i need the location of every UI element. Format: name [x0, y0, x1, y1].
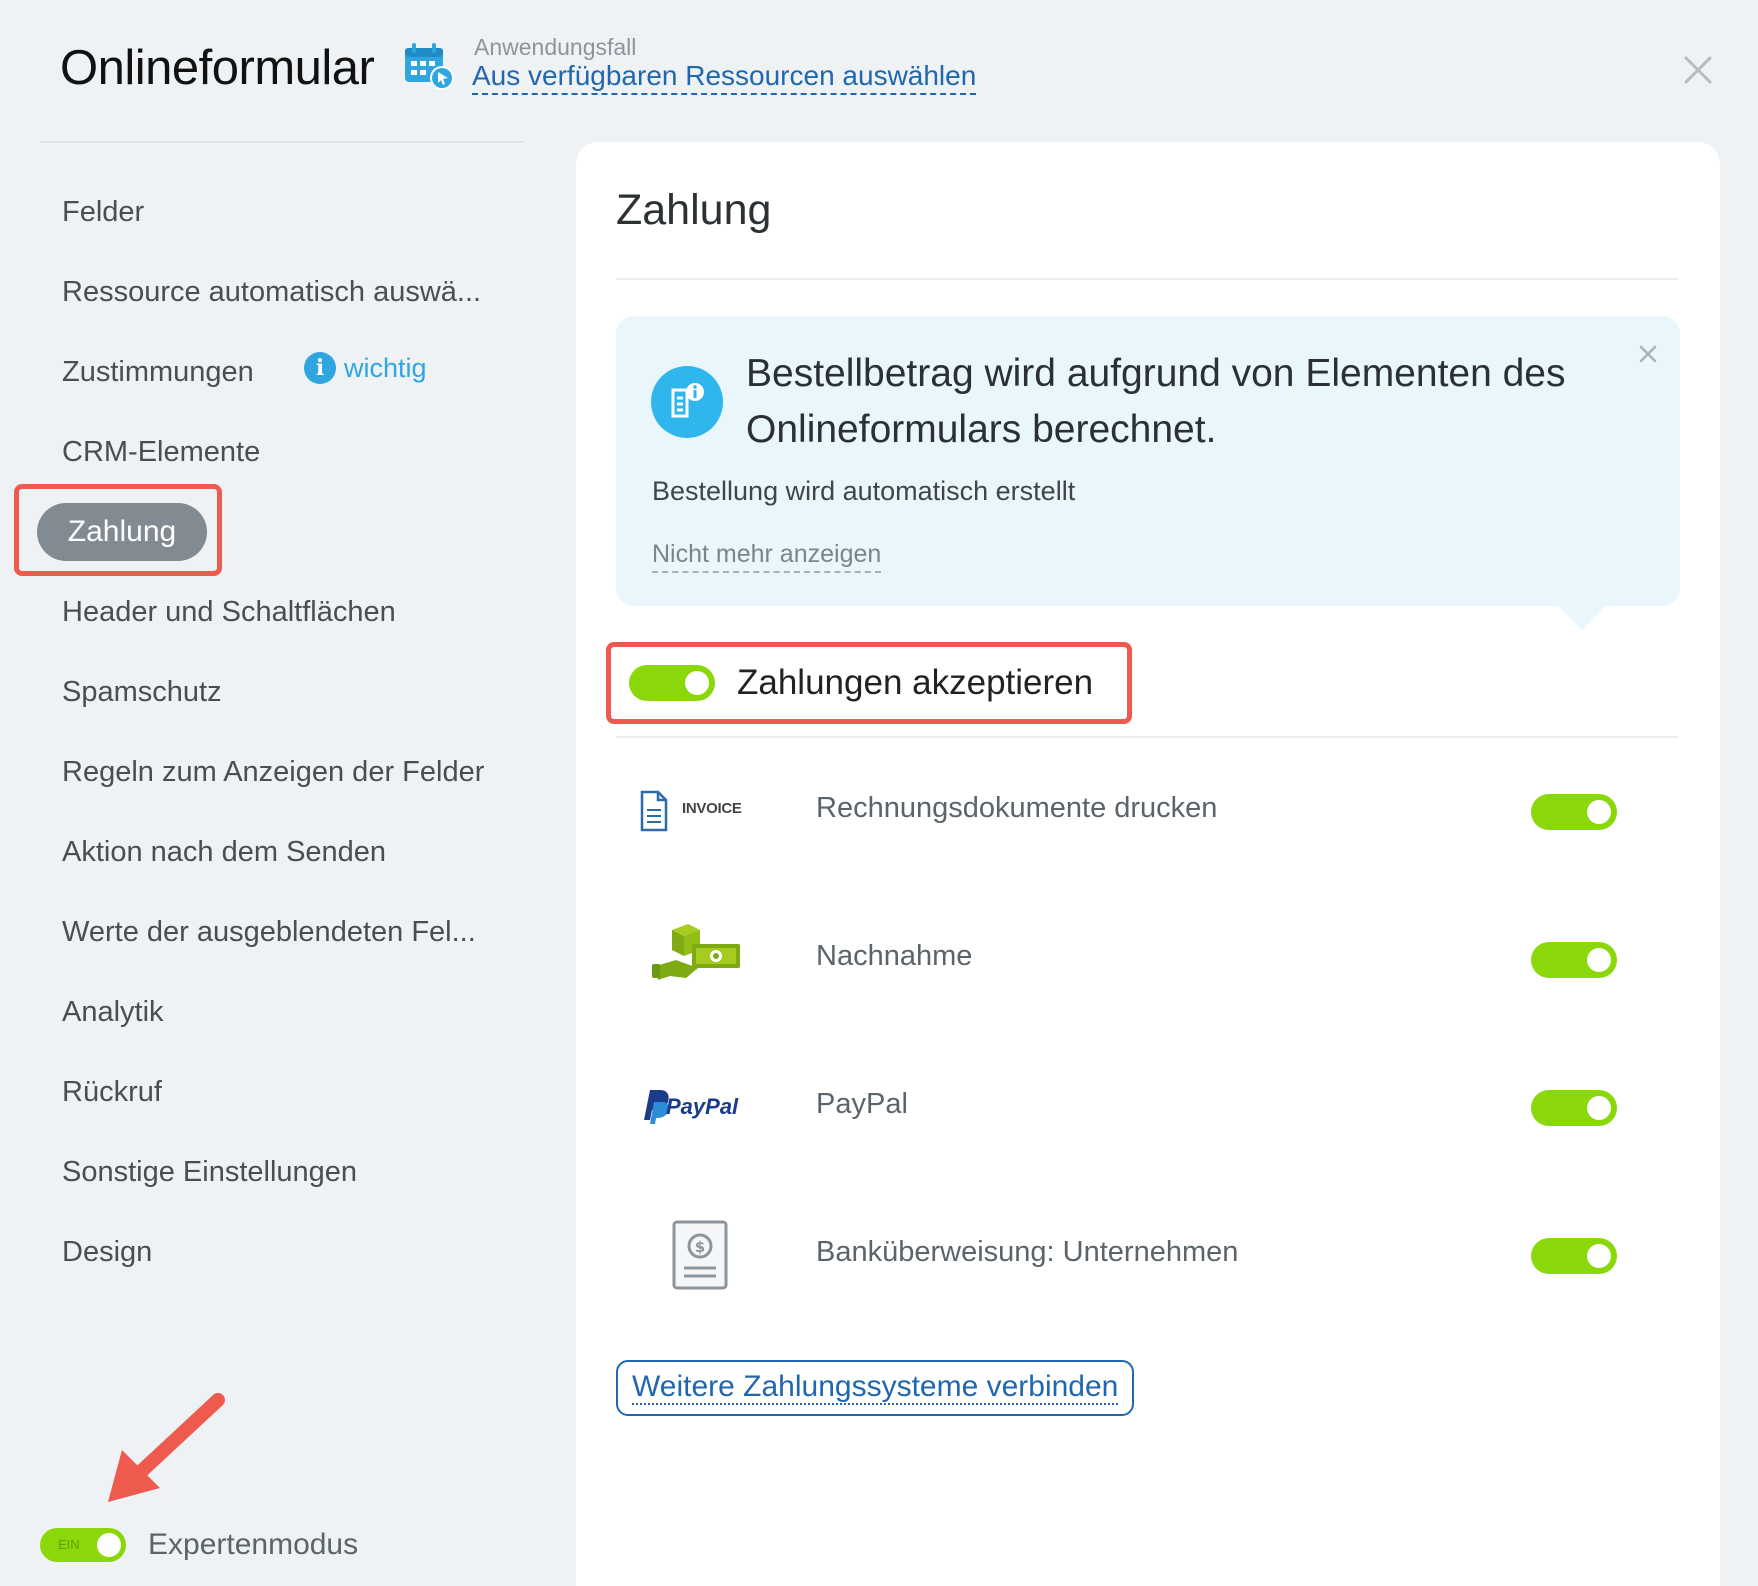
toggle-knob [97, 1533, 121, 1557]
invoice-toggle[interactable] [1531, 794, 1617, 830]
sidebar-item-rueckruf[interactable]: Rückruf [62, 1076, 162, 1109]
sidebar-item-design[interactable]: Design [62, 1236, 152, 1269]
info-icon: i [304, 352, 336, 384]
payment-panel: Zahlung Bestellbetrag wird aufgrund von … [576, 142, 1720, 1586]
info-box-subtitle: Bestellung wird automatisch erstellt [652, 476, 1076, 506]
connect-payment-systems-button[interactable]: Weitere Zahlungssysteme verbinden [616, 1360, 1135, 1416]
important-badge[interactable]: i wichtig [304, 352, 427, 384]
expert-toggle-text: EIN [58, 1537, 80, 1552]
paypal-toggle[interactable] [1531, 1090, 1617, 1126]
payment-row: INVOICE Rechnungsdokumente drucken [616, 752, 1678, 872]
bank-transfer-icon: $ [636, 1216, 776, 1296]
usecase-caption: Anwendungsfall [474, 34, 637, 60]
expert-mode-toggle[interactable]: EIN [40, 1528, 126, 1562]
usecase-link[interactable]: Aus verfügbaren Ressourcen auswählen [472, 60, 977, 95]
accept-payments-row: Zahlungen akzeptieren [629, 663, 1093, 703]
sidebar-divider [40, 141, 524, 143]
sidebar-item-werte[interactable]: Werte der ausgeblendeten Fel... [62, 916, 476, 949]
calendar-cursor-icon [405, 43, 454, 90]
annotation-arrow [108, 1393, 225, 1502]
accept-payments-toggle[interactable] [629, 665, 715, 701]
panel-title: Zahlung [616, 186, 772, 234]
sidebar-item-crm-elemente[interactable]: CRM-Elemente [62, 436, 260, 469]
header: Onlineformular Anwendungsfall Aus verfüg… [0, 0, 1758, 140]
important-badge-label: wichtig [344, 352, 427, 383]
info-box-title: Bestellbetrag wird aufgrund von Elemente… [746, 352, 1566, 451]
payment-name: Nachnahme [816, 940, 973, 972]
payment-name: Rechnungsdokumente drucken [816, 792, 1218, 824]
connect-button-label: Weitere Zahlungssysteme verbinden [632, 1370, 1119, 1405]
expert-mode: EIN Expertenmodus [40, 1528, 358, 1562]
expert-mode-label: Expertenmodus [148, 1528, 359, 1561]
paypal-logo: PayPal [636, 1068, 776, 1148]
invoice-logo-text: INVOICE [682, 800, 742, 817]
sidebar-item-aktion[interactable]: Aktion nach dem Senden [62, 836, 386, 869]
dismiss-link[interactable]: Nicht mehr anzeigen [652, 540, 882, 573]
payment-row: PayPal PayPal [616, 1048, 1678, 1168]
payment-row: Nachnahme [616, 900, 1678, 1020]
paypal-logo-text: PayPal [666, 1094, 739, 1119]
invoice-icon: INVOICE [636, 772, 776, 852]
app-title: Onlineformular [60, 41, 375, 95]
cash-on-delivery-toggle[interactable] [1531, 942, 1617, 978]
sidebar-item-sonstige[interactable]: Sonstige Einstellungen [62, 1156, 357, 1189]
document-info-icon [651, 366, 723, 438]
sidebar-item-spamschutz[interactable]: Spamschutz [62, 676, 222, 709]
info-box-tail [1556, 604, 1608, 630]
active-highlight-frame: Zahlung [14, 484, 222, 576]
sidebar-item-felder[interactable]: Felder [62, 196, 144, 229]
sidebar-item-ressource[interactable]: Ressource automatisch auswä... [62, 276, 481, 309]
sidebar-item-zustimmungen[interactable]: Zustimmungen [62, 356, 254, 389]
sidebar-item-analytik[interactable]: Analytik [62, 996, 164, 1029]
payment-name: Banküberweisung: Unternehmen [816, 1236, 1239, 1268]
sidebar-item-regeln[interactable]: Regeln zum Anzeigen der Felder [62, 756, 484, 789]
sidebar-item-header[interactable]: Header und Schaltflächen [62, 596, 396, 629]
cash-on-delivery-icon [636, 920, 776, 1000]
accept-highlight-frame: Zahlungen akzeptieren [606, 642, 1132, 724]
payment-name: PayPal [816, 1088, 908, 1120]
panel-divider [616, 278, 1678, 280]
bank-transfer-toggle[interactable] [1531, 1238, 1617, 1274]
section-divider [616, 736, 1678, 738]
accept-payments-label: Zahlungen akzeptieren [737, 663, 1094, 702]
close-icon[interactable] [1680, 52, 1716, 88]
payment-row: $ Banküberweisung: Unternehmen [616, 1196, 1678, 1316]
sidebar-item-zahlung[interactable]: Zahlung [37, 503, 207, 561]
close-icon[interactable] [1636, 342, 1660, 366]
svg-text:$: $ [695, 1238, 705, 1256]
info-box: Bestellbetrag wird aufgrund von Elemente… [616, 316, 1680, 630]
